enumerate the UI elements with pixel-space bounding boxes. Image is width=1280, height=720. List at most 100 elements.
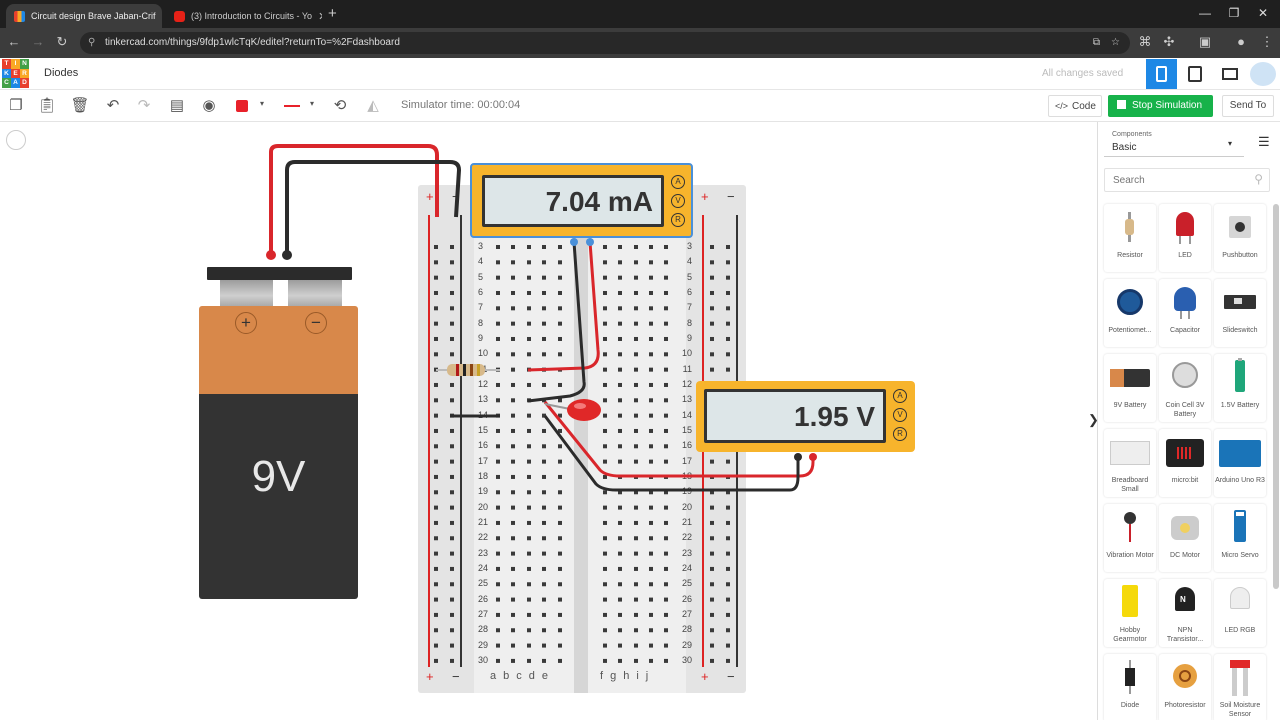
soil-moisture-sensor-icon xyxy=(1214,660,1266,696)
led-red[interactable] xyxy=(567,399,601,421)
sidepanel-icon[interactable]: ▣ xyxy=(1196,34,1214,50)
component-card[interactable]: Potentiomet... xyxy=(1104,279,1156,347)
battery-9v-icon xyxy=(1104,360,1156,396)
mode-ohm-button[interactable]: R xyxy=(893,427,907,441)
bookmark-star-icon[interactable]: ☆ xyxy=(1111,32,1120,54)
wire-ammeter-negative[interactable] xyxy=(527,241,586,403)
mode-volt-button[interactable]: V xyxy=(893,408,907,422)
tinkercad-logo[interactable]: T I N K E R C A D xyxy=(2,59,30,88)
search-input[interactable] xyxy=(1105,169,1245,191)
reload-icon[interactable]: ↻ xyxy=(53,34,71,50)
browser-tab-tinkercad[interactable]: Circuit design Brave Jaban-Crif ✕ xyxy=(6,4,162,28)
rotate-icon[interactable]: ⟲ xyxy=(329,96,351,114)
browser-toolbar: ← → ↻ ⚲ tinkercad.com/things/9fdp1wlcTqK… xyxy=(0,28,1280,58)
design-title[interactable]: Diodes xyxy=(44,67,78,79)
trash-icon[interactable]: 🗑︎ xyxy=(69,96,91,114)
component-card[interactable]: Vibration Motor xyxy=(1104,504,1156,572)
url-text: tinkercad.com/things/9fdp1wlcTqK/editel?… xyxy=(105,37,400,48)
collapse-panel-chevron-icon[interactable]: ❯ xyxy=(1088,412,1097,428)
component-card[interactable]: LED RGB xyxy=(1214,579,1266,647)
save-status: All changes saved xyxy=(1042,68,1124,79)
extension-icon[interactable]: ⌘ xyxy=(1136,34,1154,50)
scrollbar[interactable] xyxy=(1273,204,1279,589)
code-button[interactable]: </> Code xyxy=(1048,95,1102,117)
mode-ohm-button[interactable]: R xyxy=(671,213,685,227)
notes-toggle-icon[interactable]: ◉ xyxy=(198,96,220,114)
wire-end xyxy=(266,250,276,260)
browser-tab-youtube[interactable]: (3) Introduction to Circuits - Yo ✕ xyxy=(166,4,322,28)
browser-tab-strip: Circuit design Brave Jaban-Crif ✕ (3) In… xyxy=(0,0,1280,28)
site-info-icon[interactable]: ⚲ xyxy=(88,32,95,54)
install-icon[interactable]: ⧉ xyxy=(1093,32,1100,54)
component-card[interactable]: 9V Battery xyxy=(1104,354,1156,422)
close-icon[interactable]: ✕ xyxy=(312,10,322,23)
diode-icon xyxy=(1104,660,1156,696)
component-list-icon[interactable] xyxy=(1222,68,1238,80)
forward-arrow-icon[interactable]: → xyxy=(29,34,47,49)
copy-icon[interactable]: ❐ xyxy=(5,96,27,114)
component-label: micro:bit xyxy=(1171,477,1199,484)
micro-servo-icon xyxy=(1214,510,1266,546)
flip-icon[interactable]: ◭ xyxy=(362,96,384,114)
back-arrow-icon[interactable]: ← xyxy=(5,34,23,49)
address-bar[interactable]: ⚲ tinkercad.com/things/9fdp1wlcTqK/edite… xyxy=(80,32,1130,54)
undo-icon[interactable]: ↶ xyxy=(102,96,124,114)
circuit-view-button[interactable] xyxy=(1146,59,1177,89)
component-card[interactable]: LED xyxy=(1159,204,1211,272)
component-card[interactable]: Slideswitch xyxy=(1214,279,1266,347)
component-label: LED xyxy=(1178,252,1192,259)
mode-amp-button[interactable]: A xyxy=(671,175,685,189)
component-card[interactable]: Arduino Uno R3 xyxy=(1214,429,1266,497)
new-tab-button[interactable]: + xyxy=(328,5,337,22)
window-close-icon[interactable]: ✕ xyxy=(1248,6,1278,20)
component-card[interactable]: Hobby Gearmotor xyxy=(1104,579,1156,647)
paste-icon[interactable]: 📋︎ xyxy=(36,96,58,114)
minimize-icon[interactable]: — xyxy=(1190,6,1220,20)
component-card[interactable]: Soil Moisture Sensor xyxy=(1214,654,1266,720)
component-card[interactable]: micro:bit xyxy=(1159,429,1211,497)
circuit-canvas[interactable]: + − 9V + − + − + − + − abcde fghij 33445… xyxy=(0,122,1097,720)
component-card[interactable]: Coin Cell 3V Battery xyxy=(1159,354,1211,422)
send-to-button[interactable]: Send To xyxy=(1222,95,1274,117)
component-card[interactable]: N NPN Transistor... xyxy=(1159,579,1211,647)
voltmeter-reading: 1.95 V xyxy=(794,401,875,432)
wire-ammeter-positive[interactable] xyxy=(527,241,600,372)
component-card[interactable]: Diode xyxy=(1104,654,1156,720)
capacitor-icon xyxy=(1159,285,1211,321)
profile-icon[interactable]: ● xyxy=(1232,34,1250,49)
component-card[interactable]: Micro Servo xyxy=(1214,504,1266,572)
component-card[interactable]: 1.5V Battery xyxy=(1214,354,1266,422)
component-card[interactable]: Breadboard Small xyxy=(1104,429,1156,497)
stop-simulation-button[interactable]: Stop Simulation xyxy=(1108,95,1213,117)
schematic-view-icon[interactable] xyxy=(1188,66,1202,82)
component-card[interactable]: Pushbutton xyxy=(1214,204,1266,272)
stop-icon xyxy=(1117,100,1126,109)
wire-type-picker[interactable]: ▾ xyxy=(278,98,320,114)
components-dropdown[interactable]: Components Basic ▾ xyxy=(1104,127,1244,157)
component-card[interactable]: DC Motor xyxy=(1159,504,1211,572)
component-label: Slideswitch xyxy=(1222,327,1258,334)
component-card[interactable]: Photoresistor xyxy=(1159,654,1211,720)
multimeter-voltmeter[interactable]: 1.95 V A V R xyxy=(696,381,915,452)
multimeter-ammeter[interactable]: 7.04 mA A V R xyxy=(470,163,693,238)
led-icon xyxy=(1159,210,1211,246)
list-view-icon[interactable]: ☰ xyxy=(1258,134,1270,150)
redo-icon[interactable]: ↷ xyxy=(133,96,155,114)
search-box[interactable]: ⚲ xyxy=(1104,168,1270,192)
component-card[interactable]: Resistor xyxy=(1104,204,1156,272)
mode-amp-button[interactable]: A xyxy=(893,389,907,403)
mode-volt-button[interactable]: V xyxy=(671,194,685,208)
voltmeter-display: 1.95 V xyxy=(704,389,886,443)
puzzle-icon[interactable]: ✣ xyxy=(1160,34,1178,50)
close-icon[interactable]: ✕ xyxy=(156,10,163,23)
component-label: Capacitor xyxy=(1170,327,1200,334)
note-icon[interactable]: ▤ xyxy=(166,96,188,114)
color-swatch xyxy=(236,100,248,112)
restore-icon[interactable]: ❐ xyxy=(1219,6,1249,20)
avatar[interactable] xyxy=(1250,62,1276,86)
wire-color-picker[interactable]: ▾ xyxy=(232,98,268,114)
component-label: Micro Servo xyxy=(1221,552,1259,559)
menu-dots-icon[interactable]: ⋮ xyxy=(1258,34,1276,50)
wire-battery-negative[interactable] xyxy=(285,160,462,255)
component-card[interactable]: Capacitor xyxy=(1159,279,1211,347)
